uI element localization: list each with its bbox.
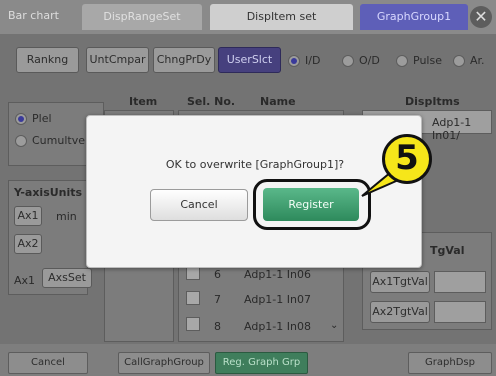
step-number-badge: 5 [382,134,432,184]
callout-pointer [361,170,406,197]
